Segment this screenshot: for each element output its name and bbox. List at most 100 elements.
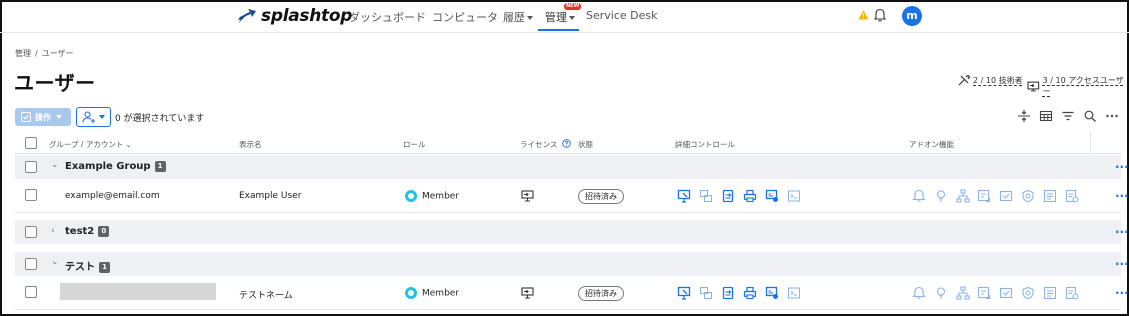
- addon-features: [912, 286, 1086, 300]
- table-header: グループ / アカウント ⌄ 表示名 ロール ライセンス 状態 詳細コントロール …: [15, 132, 1121, 154]
- report-icon: [1043, 286, 1056, 300]
- user-display-name: Example User: [239, 191, 302, 201]
- add-user-button[interactable]: [76, 107, 111, 127]
- chevron-down-icon: [56, 115, 62, 119]
- nav-history-label: 履歴: [503, 11, 525, 24]
- redacted-account: [60, 283, 216, 300]
- group-name: Example Group 1: [65, 161, 166, 172]
- logo-text: splashtop: [261, 6, 353, 26]
- remote-access-license-icon: [521, 287, 534, 299]
- new-badge: NEW: [564, 3, 582, 10]
- more-options-icon[interactable]: [1105, 109, 1119, 123]
- expand-collapse-icon[interactable]: [1017, 109, 1031, 123]
- row-checkbox[interactable]: [25, 286, 37, 298]
- user-role-label: Member: [422, 288, 460, 299]
- bulb-icon: [936, 287, 945, 299]
- file-transfer-icon: [700, 190, 712, 202]
- header-license-label: ライセンス: [520, 140, 558, 149]
- user-role-label: Member: [422, 191, 460, 202]
- group-more-button[interactable]: ···: [1115, 161, 1129, 173]
- inventory-icon: [978, 286, 991, 300]
- group-row[interactable]: ⌄ Example Group 1 ···: [15, 155, 1129, 179]
- page-title: ユーザー: [14, 71, 96, 95]
- inventory-icon: [978, 189, 991, 203]
- remote-print-icon: [743, 286, 757, 300]
- row-more-button[interactable]: ···: [1115, 287, 1129, 299]
- table-row[interactable]: example@email.com Example User Member 招待…: [15, 180, 1129, 213]
- filter-icon[interactable]: [1061, 109, 1075, 123]
- nav-dashboard[interactable]: ダッシュボード: [349, 9, 426, 25]
- shield-icon: [1022, 286, 1034, 300]
- detail-controls: [677, 189, 809, 203]
- nav-history[interactable]: 履歴: [503, 9, 533, 25]
- chevron-down-icon: [569, 16, 575, 20]
- row-more-button[interactable]: ···: [1115, 190, 1129, 202]
- avatar[interactable]: m: [902, 6, 922, 26]
- group-more-button[interactable]: ···: [1115, 258, 1129, 270]
- header-group-account[interactable]: グループ / アカウント ⌄: [49, 139, 132, 150]
- header-addons: アドオン機能: [909, 140, 954, 149]
- chevron-down-icon: [527, 16, 533, 20]
- addon-features: [912, 189, 1086, 203]
- breadcrumb: 管理 / ユーザー: [15, 48, 78, 59]
- group-row[interactable]: ⌄ テスト 1 ···: [15, 252, 1129, 276]
- patch-icon: [1000, 190, 1013, 202]
- header-license: ライセンス: [520, 139, 571, 150]
- remote-print-icon: [743, 189, 757, 203]
- nav-admin[interactable]: 管理: [545, 9, 575, 25]
- technician-seats[interactable]: 2 / 10 技術者: [958, 75, 1023, 86]
- nav-computers[interactable]: コンピュータ: [432, 9, 498, 25]
- user-role: Member: [405, 190, 459, 202]
- network-icon: [956, 189, 970, 203]
- chevron-right-icon[interactable]: ›: [51, 226, 55, 236]
- member-role-icon: [405, 287, 417, 299]
- search-icon[interactable]: [1083, 109, 1097, 123]
- access-user-seats[interactable]: 3 / 10 アクセスユーザー: [1027, 75, 1129, 97]
- chevron-down-icon[interactable]: ⌄: [51, 160, 59, 170]
- breadcrumb-separator: /: [35, 49, 38, 58]
- bell-icon[interactable]: [874, 8, 886, 22]
- sort-chevron-icon: ⌄: [125, 140, 132, 149]
- group-checkbox[interactable]: [25, 258, 37, 270]
- row-checkbox[interactable]: [25, 189, 37, 201]
- user-account: example@email.com: [65, 191, 160, 201]
- actions-button[interactable]: 操作: [15, 108, 71, 126]
- header-display-name: 表示名: [239, 140, 262, 149]
- actions-label: 操作: [35, 112, 51, 122]
- screen-recording-icon: [765, 286, 778, 299]
- checklist-icon: [21, 112, 31, 122]
- nav-service-desk[interactable]: Service Desk: [586, 9, 658, 22]
- columns-icon[interactable]: [1039, 109, 1053, 123]
- column-divider: [1090, 132, 1091, 154]
- splashtop-logo[interactable]: splashtop: [236, 5, 352, 27]
- session-transfer-icon: [722, 286, 734, 300]
- member-role-icon: [405, 190, 417, 202]
- remote-access-license-icon: [521, 190, 534, 202]
- help-icon[interactable]: [562, 139, 571, 148]
- endpoint-icon: [1065, 189, 1079, 203]
- header-status: 状態: [578, 140, 593, 149]
- group-name-label: テスト: [65, 262, 95, 273]
- chevron-down-icon[interactable]: ⌄: [51, 257, 59, 267]
- table-row[interactable]: テストネーム Member 招待済み ···: [15, 277, 1129, 310]
- bulb-icon: [936, 190, 945, 202]
- warning-icon[interactable]: [858, 10, 869, 20]
- group-name-label: test2: [65, 226, 95, 237]
- group-count-badge: 1: [154, 161, 166, 172]
- header-role: ロール: [403, 140, 426, 149]
- file-transfer-icon: [700, 287, 712, 299]
- breadcrumb-admin[interactable]: 管理: [15, 49, 31, 58]
- technician-seats-label: 2 / 10 技術者: [973, 76, 1023, 85]
- network-icon: [956, 286, 970, 300]
- detail-controls: [677, 286, 809, 300]
- report-icon: [1043, 189, 1056, 203]
- group-row[interactable]: › test2 0 ···: [15, 220, 1129, 244]
- tools-icon: [958, 75, 970, 86]
- select-all-checkbox[interactable]: [25, 137, 37, 149]
- group-checkbox[interactable]: [25, 161, 37, 173]
- shield-icon: [1022, 189, 1034, 203]
- group-checkbox[interactable]: [25, 226, 37, 238]
- screen-recording-icon: [765, 189, 778, 202]
- patch-icon: [1000, 287, 1013, 299]
- group-more-button[interactable]: ···: [1115, 226, 1129, 238]
